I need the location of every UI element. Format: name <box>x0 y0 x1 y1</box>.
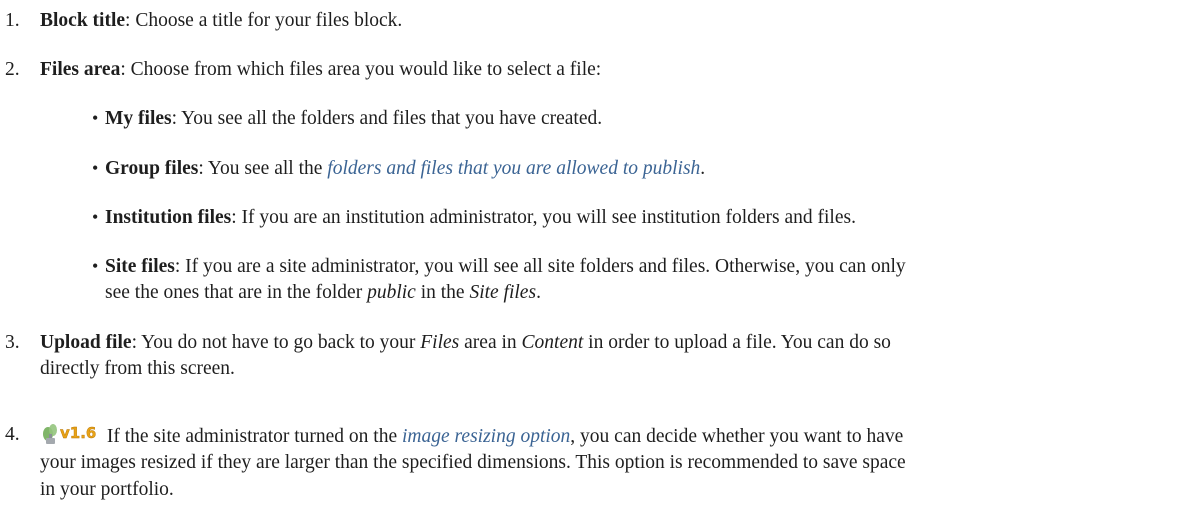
item-description-end: , you can decide whether you want to hav… <box>570 426 904 447</box>
item-line-1: Upload file: You do not have to go back … <box>40 330 1180 356</box>
item-text: v1.6 If the site administrator turned on… <box>40 422 1180 503</box>
publish-permissions-link[interactable]: folders and files that you are allowed t… <box>327 158 700 179</box>
sub-item-description: : You see all the folders and files that… <box>171 108 603 129</box>
sub-item-term: My files <box>105 108 172 129</box>
item-description-end: in order to upload a file. You can do so <box>583 332 891 353</box>
sub-item-description: : If you are an institution administrato… <box>231 207 856 228</box>
sub-item-line-2: see the ones that are in the folder publ… <box>105 280 1185 306</box>
item-description: : Choose from which files area you would… <box>120 59 602 80</box>
bullet: • <box>92 207 99 227</box>
sub-item-institution-files: • Institution files: If you are an insti… <box>92 205 1185 231</box>
item-line-2: your images resized if they are larger t… <box>40 452 906 474</box>
item-line-3: in your portfolio. <box>40 478 174 500</box>
document: 1. Block title: Choose a title for your … <box>0 0 1191 522</box>
sub-item-line-2-end: . <box>536 282 541 304</box>
list-item-upload-file: 3. Upload file: You do not have to go ba… <box>0 330 1180 383</box>
folder-name-public: public <box>367 282 416 304</box>
item-number: 3. <box>5 332 20 353</box>
sub-item-line-1: Site files: If you are a site administra… <box>105 254 1185 280</box>
item-description: If the site administrator turned on the <box>102 426 403 447</box>
image-resizing-option-link[interactable]: image resizing option <box>402 426 570 447</box>
item-number: 2. <box>5 59 20 80</box>
sub-item-description-end: . <box>700 158 706 179</box>
sub-item-my-files: • My files: You see all the folders and … <box>92 106 1185 132</box>
badge-text: v1.6 <box>60 424 96 442</box>
sub-item-line-2-text: see the ones that are in the folder <box>105 282 368 304</box>
list-item-block-title: 1. Block title: Choose a title for your … <box>0 8 1180 34</box>
sub-item-term: Institution files <box>105 207 232 228</box>
item-term: Block title <box>40 10 126 31</box>
bullet: • <box>92 108 99 128</box>
item-line-1: v1.6 If the site administrator turned on… <box>40 422 1180 450</box>
sub-item-term: Site files <box>105 256 175 277</box>
files-term: Files <box>420 332 460 353</box>
sub-item-term: Group files <box>105 158 199 179</box>
list-item-image-resizing: 4. v1.6 If the site administrator turned… <box>0 422 1180 503</box>
item-term: Upload file <box>40 332 132 353</box>
item-line-2: directly from this screen. <box>40 358 235 380</box>
sub-item-description: : If you are a site administrator, you w… <box>174 256 906 277</box>
sub-item-description: : You see all the <box>198 158 328 179</box>
list-item-files-area: 2. Files area: Choose from which files a… <box>0 57 1180 83</box>
item-description: : Choose a title for your files block. <box>125 10 403 31</box>
item-number: 4. <box>5 424 20 445</box>
item-number: 1. <box>5 10 20 31</box>
version-badge-icon: v1.6 <box>40 422 96 444</box>
bullet: • <box>92 256 99 276</box>
sub-item-group-files: • Group files: You see all the folders a… <box>92 156 1185 182</box>
sub-item-site-files: • Site files: If you are a site administ… <box>92 254 1185 307</box>
item-description: : You do not have to go back to your <box>131 332 421 353</box>
item-text: Upload file: You do not have to go back … <box>40 330 1180 383</box>
site-files-term: Site files <box>469 282 537 304</box>
content-term: Content <box>521 332 584 353</box>
item-text: Files area: Choose from which files area… <box>40 57 1180 83</box>
sub-item-line-2-text-mid: in the <box>415 282 470 304</box>
item-description-mid: area in <box>459 332 522 353</box>
bullet: • <box>92 158 99 178</box>
item-text: Block title: Choose a title for your fil… <box>40 8 1180 34</box>
item-term: Files area <box>40 59 121 80</box>
